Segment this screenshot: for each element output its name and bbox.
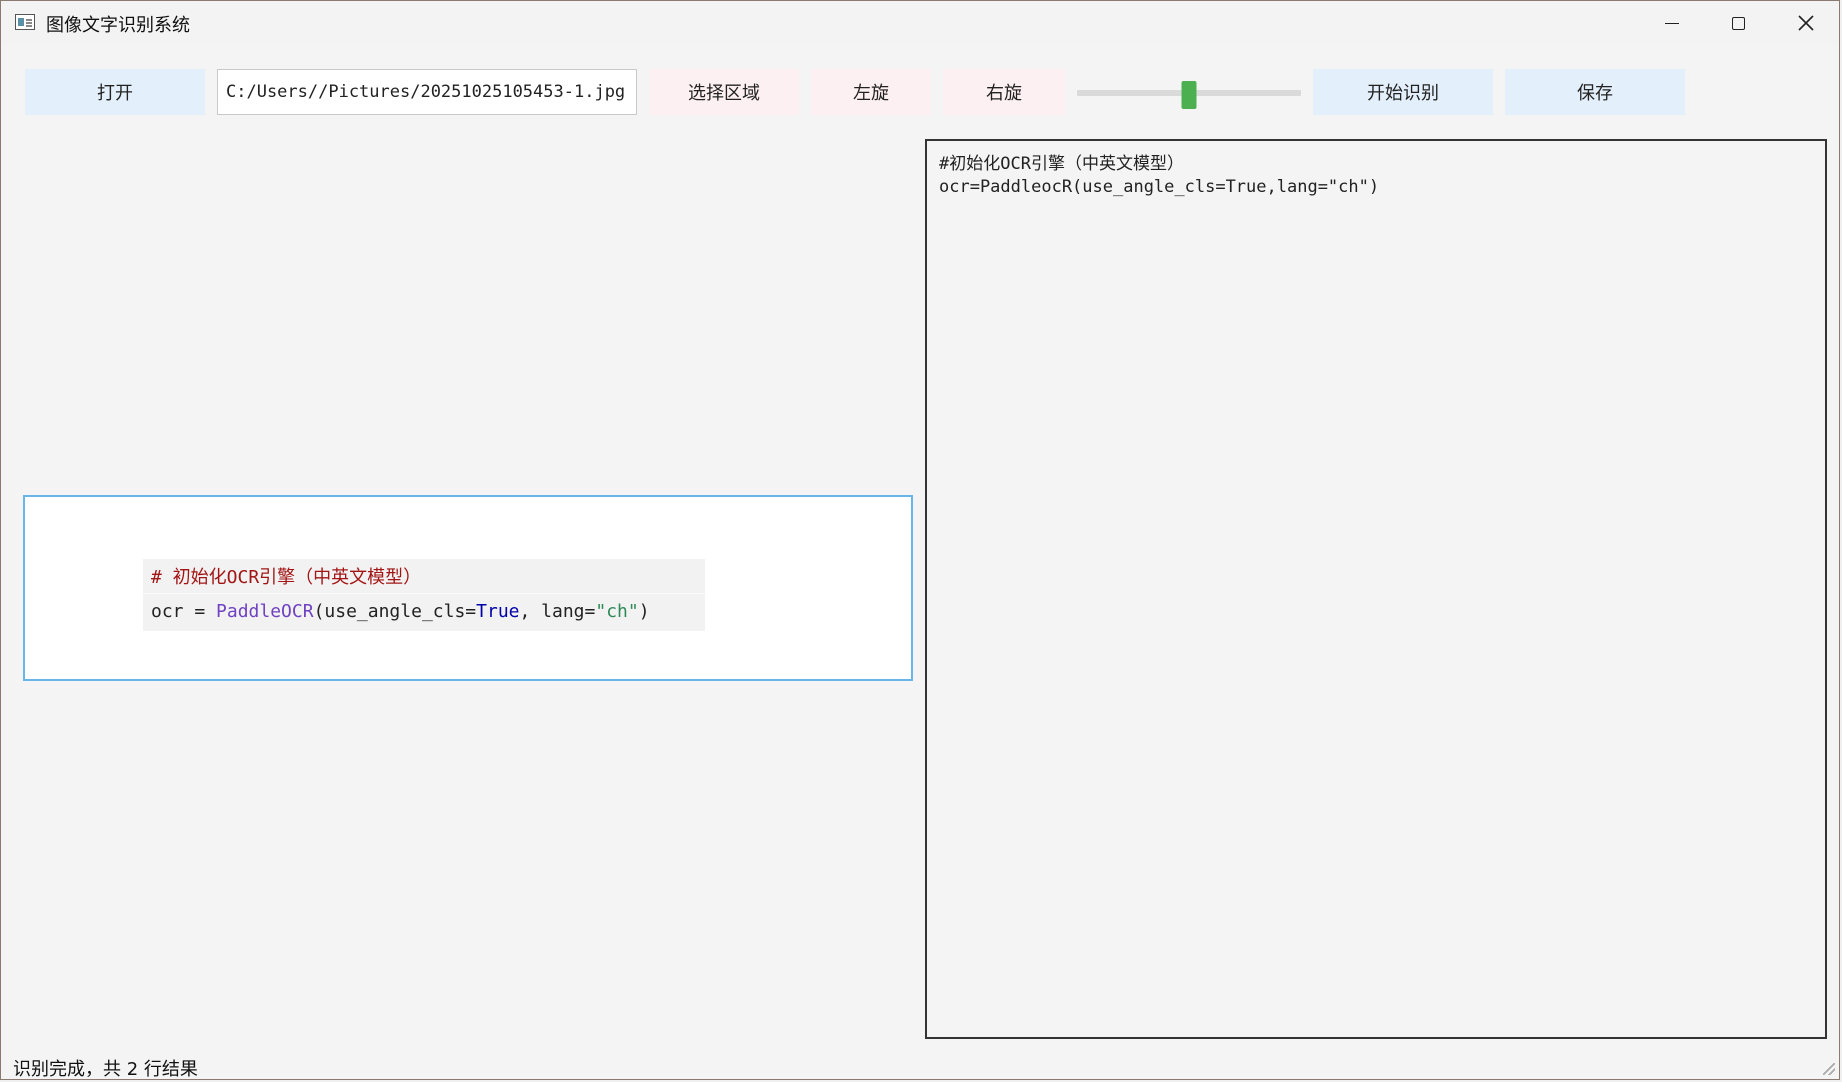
minimize-icon bbox=[1665, 22, 1679, 24]
result-line: #初始化OCR引擎（中英文模型） bbox=[939, 154, 1184, 174]
close-button[interactable] bbox=[1773, 1, 1839, 45]
file-path-text: C:/Users//Pictures/20251025105453-1.jpg bbox=[226, 82, 626, 102]
zoom-slider[interactable] bbox=[1077, 81, 1301, 109]
status-bar-text: 识别完成，共 2 行结果 bbox=[13, 1059, 198, 1080]
resize-grip-icon[interactable] bbox=[1823, 1063, 1835, 1075]
app-window-icon bbox=[15, 14, 35, 30]
window-title: 图像文字识别系统 bbox=[46, 15, 190, 36]
result-line: ocr=PaddleocR(use_angle_cls=True,lang="c… bbox=[939, 177, 1380, 197]
rotate-left-button[interactable]: 左旋 bbox=[811, 69, 931, 115]
slider-handle[interactable] bbox=[1181, 81, 1197, 109]
minimize-button[interactable] bbox=[1639, 1, 1705, 45]
maximize-button[interactable] bbox=[1705, 1, 1771, 45]
title-bar: 图像文字识别系统 bbox=[1, 1, 1839, 45]
file-path-input[interactable]: C:/Users//Pictures/20251025105453-1.jpg bbox=[217, 69, 637, 115]
ocr-result-textbox[interactable]: #初始化OCR引擎（中英文模型） ocr=PaddleocR(use_angle… bbox=[925, 139, 1827, 1039]
main-window: 图像文字识别系统 打开 C:/Users//Pictures/202510251… bbox=[0, 0, 1840, 1080]
maximize-icon bbox=[1731, 16, 1745, 30]
select-region-button[interactable]: 选择区域 bbox=[649, 69, 799, 115]
close-icon bbox=[1798, 15, 1814, 31]
start-ocr-button[interactable]: 开始识别 bbox=[1313, 69, 1493, 115]
image-preview-area[interactable]: # 初始化OCR引擎（中英文模型） ocr = PaddleOCR(use_an… bbox=[23, 495, 913, 681]
image-text-line-1: # 初始化OCR引擎（中英文模型） bbox=[151, 567, 422, 588]
open-button[interactable]: 打开 bbox=[25, 69, 205, 115]
image-code-snippet: # 初始化OCR引擎（中英文模型） ocr = PaddleOCR(use_an… bbox=[143, 559, 705, 631]
save-button[interactable]: 保存 bbox=[1505, 69, 1685, 115]
rotate-right-button[interactable]: 右旋 bbox=[943, 69, 1065, 115]
image-text-line-2: ocr = PaddleOCR(use_angle_cls=True, lang… bbox=[151, 601, 650, 622]
